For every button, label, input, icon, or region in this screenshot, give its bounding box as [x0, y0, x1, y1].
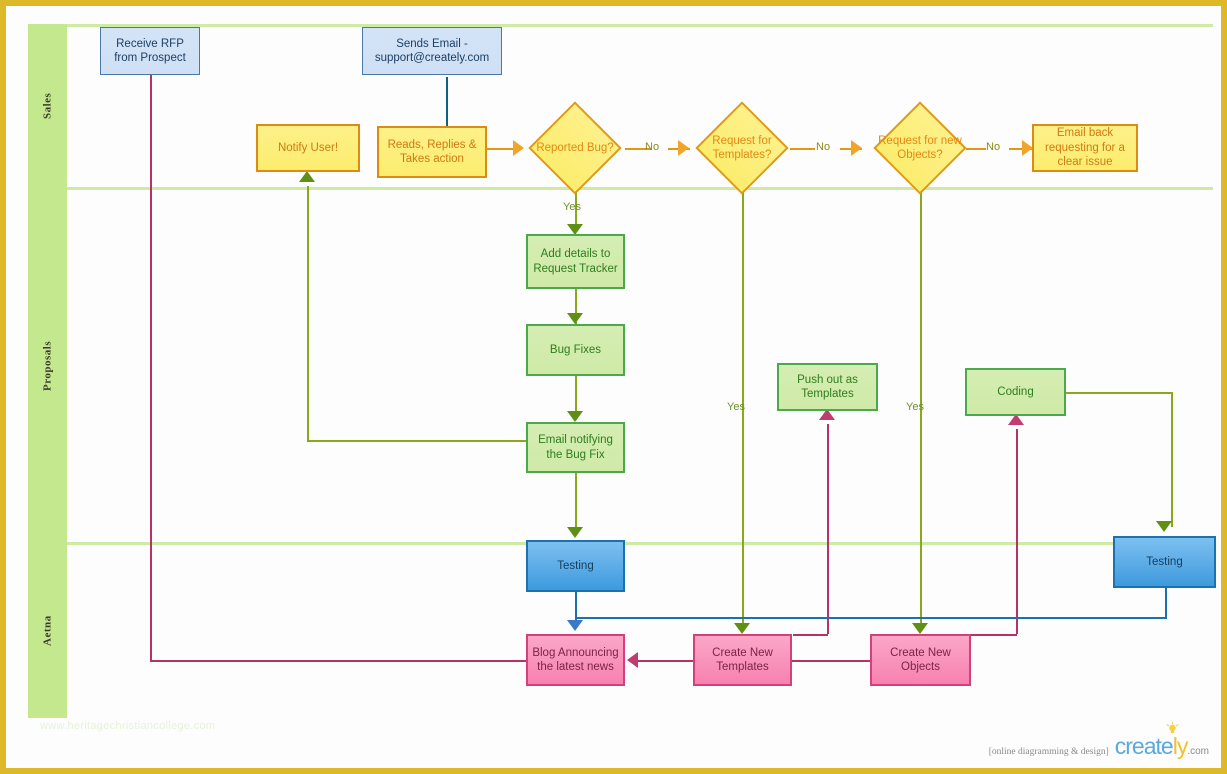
brand-part-b: ly	[1172, 733, 1189, 759]
node-sends-email[interactable]: Sends Email - support@creately.com	[362, 27, 502, 75]
edge-arrow-reqobjects-createobjects	[912, 623, 928, 634]
edge-emailnotify-up	[307, 186, 309, 442]
edge-label-no-1: No	[645, 141, 660, 153]
edge-arrow-emailnotify-notifyuser	[299, 171, 315, 182]
node-email-notify-label: Email notifying the Bug Fix	[538, 434, 613, 461]
edge-testingright-rail	[575, 617, 1167, 619]
node-bug-fixes[interactable]: Bug Fixes	[526, 324, 625, 376]
node-testing-left-label: Testing	[557, 559, 594, 572]
node-reported-bug-label: Reported Bug?	[536, 141, 614, 154]
edge-emailnotify-testing	[575, 473, 577, 535]
node-add-details[interactable]: Add details to Request Tracker	[526, 234, 625, 289]
edge-label-no-3: No	[986, 141, 1001, 153]
node-add-details-label: Add details to Request Tracker	[533, 248, 618, 275]
edge-arrow-testingleft-blog	[567, 620, 583, 631]
edge-blog-left	[150, 660, 528, 662]
node-blog[interactable]: Blog Announcing the latest news	[526, 634, 625, 686]
node-sends-email-label: Sends Email - support@creately.com	[374, 37, 490, 64]
node-email-back-label: Email back requesting for a clear issue	[1045, 127, 1125, 169]
edge-createtemplates-pushout	[827, 424, 829, 634]
edge-arrow-reqtemplates-createtemplates	[734, 623, 750, 634]
node-coding[interactable]: Coding	[965, 368, 1066, 416]
lane-rule-sales-proposals	[67, 187, 1213, 190]
node-receive-rfp-label: Receive RFP from Prospect	[114, 37, 186, 64]
edge-arrow-reportedbug-reqtemplates	[678, 140, 689, 156]
lane-label-proposals: Proposals	[41, 340, 54, 391]
node-email-back[interactable]: Email back requesting for a clear issue	[1032, 124, 1138, 172]
node-testing-right-label: Testing	[1146, 555, 1183, 568]
node-testing-right[interactable]: Testing	[1113, 536, 1216, 588]
node-reported-bug[interactable]: Reported Bug?	[528, 101, 622, 195]
edge-coding-right	[1065, 392, 1173, 394]
edge-arrow-adddetails-bugfixes	[567, 313, 583, 324]
edge-createtemplates-blog	[637, 660, 693, 662]
edge-createtemplates-pushout-h	[793, 634, 828, 636]
node-request-objects[interactable]: Request for new Objects?	[873, 101, 967, 195]
node-request-objects-label: Request for new Objects?	[878, 134, 962, 161]
lane-label-aetna: Aetna	[41, 615, 54, 646]
node-request-templates[interactable]: Request for Templates?	[695, 101, 789, 195]
node-push-out-templates[interactable]: Push out as Templates	[777, 363, 878, 411]
edge-label-yes-templates: Yes	[727, 401, 745, 413]
edge-reqtemplates-no-1	[790, 148, 815, 150]
edge-createobjects-coding	[1016, 429, 1018, 634]
creately-logo[interactable]: creately.com	[1114, 722, 1209, 760]
node-bug-fixes-label: Bug Fixes	[549, 343, 602, 356]
footer-caption: [online diagramming & design]	[988, 747, 1109, 757]
node-create-objects[interactable]: Create New Objects	[870, 634, 971, 686]
lane-rule-top	[67, 24, 1213, 27]
edge-reqobjects-no-1	[966, 148, 986, 150]
edge-arrow-coding-testing	[1156, 521, 1172, 532]
flowchart-canvas: Sales Proposals Aetna No No No Yes Yes Y…	[0, 0, 1227, 774]
brand-part-a: create	[1114, 733, 1174, 759]
node-request-templates-label: Request for Templates?	[712, 134, 772, 161]
edge-label-no-2: No	[816, 141, 831, 153]
node-blog-label: Blog Announcing the latest news	[532, 646, 619, 673]
watermark-text: www.heritagechristiancollege.com	[40, 720, 216, 732]
edge-arrow-emailnotify-testing	[567, 527, 583, 538]
node-reads-replies[interactable]: Reads, Replies & Takes action	[377, 126, 487, 178]
node-notify-user-label: Notify User!	[277, 141, 339, 154]
lane-rule-proposals-aetna	[67, 542, 1213, 545]
node-coding-label: Coding	[997, 385, 1034, 398]
node-notify-user[interactable]: Notify User!	[256, 124, 360, 172]
edge-coding-down	[1171, 392, 1173, 527]
node-push-out-templates-label: Push out as Templates	[797, 373, 858, 400]
node-receive-rfp[interactable]: Receive RFP from Prospect	[100, 27, 200, 75]
edge-testingright-down	[1165, 588, 1167, 618]
node-reads-replies-label: Reads, Replies & Takes action	[387, 138, 477, 165]
node-create-templates-label: Create New Templates	[712, 646, 773, 673]
node-email-notify[interactable]: Email notifying the Bug Fix	[526, 422, 625, 473]
node-create-templates[interactable]: Create New Templates	[693, 634, 792, 686]
edge-arrow-reqtemplates-reqobjects	[851, 140, 862, 156]
edge-label-yes-objects: Yes	[906, 401, 924, 413]
edge-label-yes-bug: Yes	[563, 201, 581, 213]
edge-emailnotify-left	[307, 440, 527, 442]
edge-arrow-reads-reportedbug	[513, 140, 524, 156]
lane-label-sales: Sales	[41, 92, 54, 120]
footer-branding: [online diagramming & design] creately.c…	[988, 722, 1209, 760]
brand-tld: .com	[1187, 746, 1209, 757]
edge-createobjects-coding-h	[971, 634, 1017, 636]
edge-arrow-createtemplates-blog	[627, 652, 638, 668]
node-create-objects-label: Create New Objects	[890, 646, 951, 673]
edge-blog-up	[150, 75, 152, 662]
edge-arrow-bugfixes-emailnotify	[567, 411, 583, 422]
lightbulb-icon	[1166, 722, 1179, 733]
node-testing-left[interactable]: Testing	[526, 540, 625, 592]
